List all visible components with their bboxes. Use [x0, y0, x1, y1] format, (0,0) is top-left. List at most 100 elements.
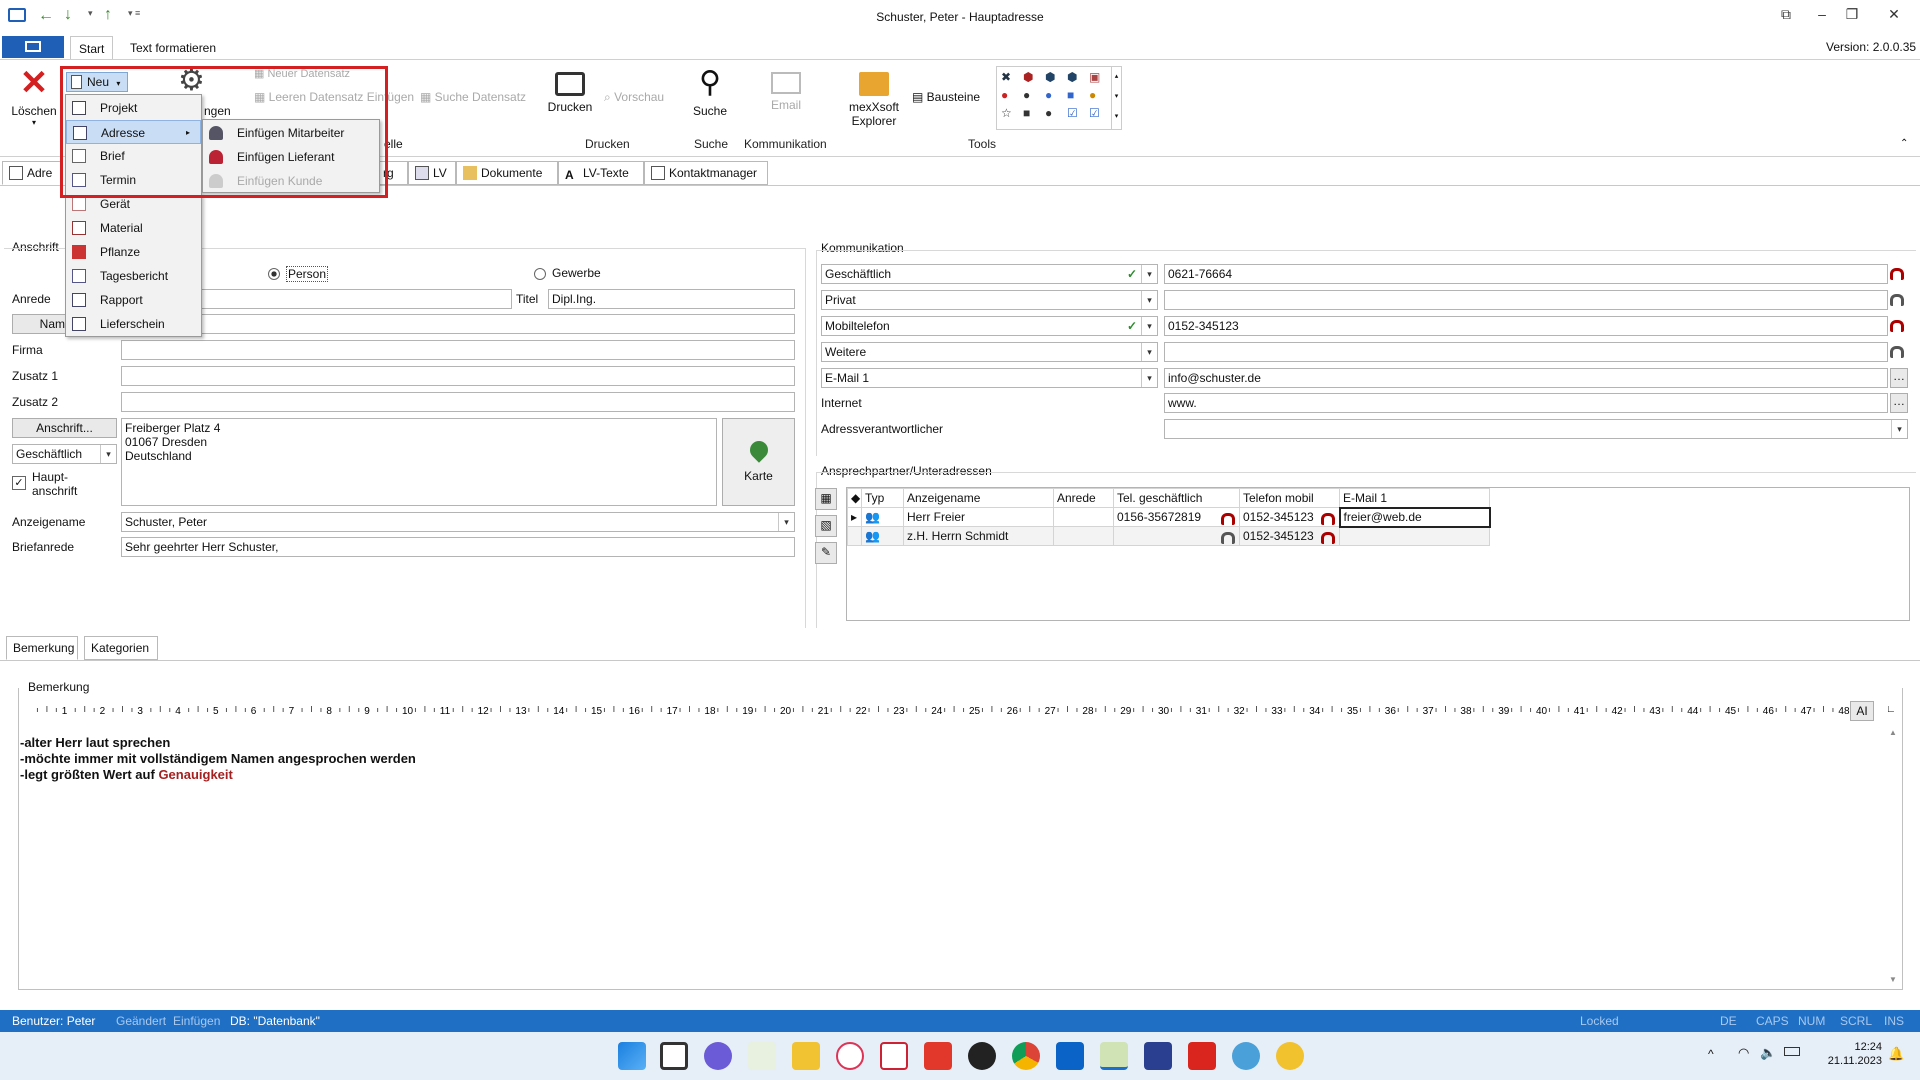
drucken-button[interactable]: Drucken [542, 66, 598, 114]
bemerkung-text[interactable]: -alter Herr laut sprechen -möchte immer … [20, 735, 1880, 983]
file-explorer-icon[interactable] [792, 1042, 820, 1070]
menu-item-tagesbericht[interactable]: Tagesbericht [66, 264, 201, 288]
grid-header-email[interactable]: E-Mail 1 [1339, 488, 1490, 508]
kommunikation-type-select[interactable]: Weitere ▾ [821, 342, 1158, 362]
phone-dial-icon[interactable] [1890, 290, 1908, 310]
tools-gallery[interactable]: ✖ ⬢ ⬢ ⬢ ▣ ● ● ● ■ ● ☆ ■ ● ☑ ☑ ▴ ▾ ▾ [996, 66, 1122, 130]
notification-bell-icon[interactable]: 🔔 [1888, 1046, 1904, 1062]
tab-start[interactable]: Start [70, 36, 114, 60]
internet-open-button[interactable]: … [1890, 393, 1908, 413]
wifi-icon[interactable]: ◠ [1738, 1045, 1749, 1061]
tab-lv-texte[interactable]: A LV-Texte [558, 161, 644, 185]
suche-datensatz-button[interactable]: ▦ Suche Datensatz [420, 90, 526, 104]
ruler-tab-marker-icon[interactable]: ∟ [1886, 704, 1896, 715]
grid-header-anzeigename[interactable]: Anzeigename [903, 488, 1054, 508]
phone-dial-icon[interactable] [1890, 264, 1908, 284]
kommunikation-type-select[interactable]: Geschäftlich ✓ ▾ [821, 264, 1158, 284]
karte-button[interactable]: Karte [722, 418, 795, 506]
tab-bemerkung[interactable]: Bemerkung [6, 636, 78, 660]
phone-icon[interactable] [1320, 512, 1335, 525]
hauptanschrift-checkbox[interactable]: ✓ [12, 476, 26, 490]
bausteine-button[interactable]: ▤ Bausteine [912, 90, 980, 104]
restore-layout-icon[interactable]: ⧉ [1768, 6, 1804, 28]
file-menu-button[interactable] [2, 36, 64, 58]
anrede-input[interactable] [200, 289, 512, 309]
email-button[interactable]: Email [764, 66, 808, 112]
zusatz1-input[interactable] [121, 366, 795, 386]
kommunikation-value-input[interactable] [1164, 290, 1888, 310]
tab-dokumente[interactable]: Dokumente [456, 161, 558, 185]
windows-start-icon[interactable] [618, 1042, 646, 1070]
phone-icon[interactable] [1321, 531, 1335, 544]
menu-item-pflanze[interactable]: Pflanze [66, 240, 201, 264]
vorschau-button[interactable]: ⌕ Vorschau [604, 90, 664, 105]
person-radio[interactable]: Person [268, 266, 329, 282]
briefanrede-input[interactable]: Sehr geehrter Herr Schuster, [121, 537, 795, 557]
kommunikation-value-input[interactable]: 0152-345123 [1164, 316, 1888, 336]
phone-icon[interactable] [1221, 512, 1235, 525]
loeschen-button[interactable]: ✕ Löschen ▾ [8, 66, 60, 127]
task-view-icon[interactable] [660, 1042, 688, 1070]
grid-header-mobil[interactable]: Telefon mobil [1239, 488, 1340, 508]
outlook-icon[interactable] [1056, 1042, 1084, 1070]
explorer-button[interactable]: mexXsoft Explorer [846, 66, 902, 128]
tray-chevron-icon[interactable]: ^ [1708, 1047, 1714, 1061]
gallery-scroll[interactable]: ▴ ▾ ▾ [1111, 67, 1121, 129]
firma-input[interactable] [121, 340, 795, 360]
battery-icon[interactable] [1784, 1047, 1800, 1056]
phone-dial-icon[interactable] [1890, 342, 1908, 362]
tab-lv[interactable]: LV [408, 161, 456, 185]
tab-kontaktmanager[interactable]: Kontaktmanager [644, 161, 768, 185]
tab-adresse[interactable]: Adre [2, 161, 62, 185]
menu-item-rapport[interactable]: Rapport [66, 288, 201, 312]
menu-item-material[interactable]: Material [66, 216, 201, 240]
phone-icon[interactable] [1221, 531, 1235, 544]
suche-button[interactable]: ⚲ Suche [690, 66, 730, 118]
table-row[interactable]: ▸ 👥 Herr Freier 0156-35672819 0152-34512… [847, 506, 1491, 528]
teamviewer-icon[interactable] [968, 1042, 996, 1070]
mexxsoft-app-icon[interactable] [1100, 1042, 1128, 1070]
email-open-button[interactable]: … [1890, 368, 1908, 388]
name-button[interactable]: Nam [12, 314, 68, 334]
grid-header-tel[interactable]: Tel. geschäftlich [1113, 488, 1240, 508]
globe-app-icon[interactable] [1232, 1042, 1260, 1070]
acrobat-icon[interactable] [1188, 1042, 1216, 1070]
ruler[interactable]: 1 2 3 4 5 6 7 8 9 10 11 12 13 14 15 16 17 18 19 20 21 22 23 24 2… [20, 700, 1850, 720]
adressverantwortlicher-select[interactable]: ▾ [1164, 419, 1908, 439]
editor-scrollbar[interactable]: ▲ ▼ [1886, 728, 1900, 988]
gewerbe-radio[interactable]: Gewerbe [534, 266, 604, 282]
clock[interactable]: 12:24 21.11.2023 [1812, 1040, 1882, 1068]
ansprechpartner-add-button[interactable]: ▦ [815, 488, 837, 510]
address-textarea[interactable]: Freiberger Platz 4 01067 Dresden Deutsch… [121, 418, 717, 506]
pen-app-icon[interactable] [748, 1042, 776, 1070]
anzeigename-select[interactable]: Schuster, Peter ▾ [121, 512, 795, 532]
menu-item-lieferschein[interactable]: Lieferschein [66, 312, 201, 336]
ansprechpartner-delete-button[interactable]: ▧ [815, 515, 837, 537]
maximize-button[interactable]: ❐ [1834, 6, 1870, 28]
collapse-ribbon-icon[interactable]: ⌃ [1900, 138, 1908, 149]
zusatz2-input[interactable] [121, 392, 795, 412]
phone-dial-icon[interactable] [1890, 316, 1908, 336]
itunes-icon[interactable] [836, 1042, 864, 1070]
snipping-tool-icon[interactable] [880, 1042, 908, 1070]
ruler-ai-button[interactable]: AI [1850, 701, 1874, 721]
kommunikation-type-select[interactable]: Privat ▾ [821, 290, 1158, 310]
kommunikation-value-input[interactable]: info@schuster.de [1164, 368, 1888, 388]
kommunikation-type-select[interactable]: Mobiltelefon ✓ ▾ [821, 316, 1158, 336]
tab-kategorien[interactable]: Kategorien [84, 636, 158, 660]
address-type-select[interactable]: Geschäftlich ▾ [12, 444, 117, 464]
grid-header-typ[interactable]: Typ [861, 488, 904, 508]
kommunikation-value-input[interactable]: 0621-76664 [1164, 264, 1888, 284]
kommunikation-type-select[interactable]: E-Mail 1 ▾ [821, 368, 1158, 388]
ansprechpartner-grid[interactable]: ◆ Typ Anzeigename Anrede Tel. geschäftli… [846, 487, 1910, 621]
grid-header-anrede[interactable]: Anrede [1053, 488, 1114, 508]
tab-text-formatieren[interactable]: Text formatieren [122, 36, 224, 60]
name-input[interactable] [200, 314, 795, 334]
teams-chat-icon[interactable] [704, 1042, 732, 1070]
kommunikation-value-input[interactable] [1164, 342, 1888, 362]
chrome-icon[interactable] [1012, 1042, 1040, 1070]
ansprechpartner-edit-button[interactable]: ✎ [815, 542, 837, 564]
titel-input[interactable]: Dipl.Ing. [548, 289, 795, 309]
anydesk-icon[interactable] [924, 1042, 952, 1070]
close-button[interactable]: ✕ [1876, 6, 1912, 28]
